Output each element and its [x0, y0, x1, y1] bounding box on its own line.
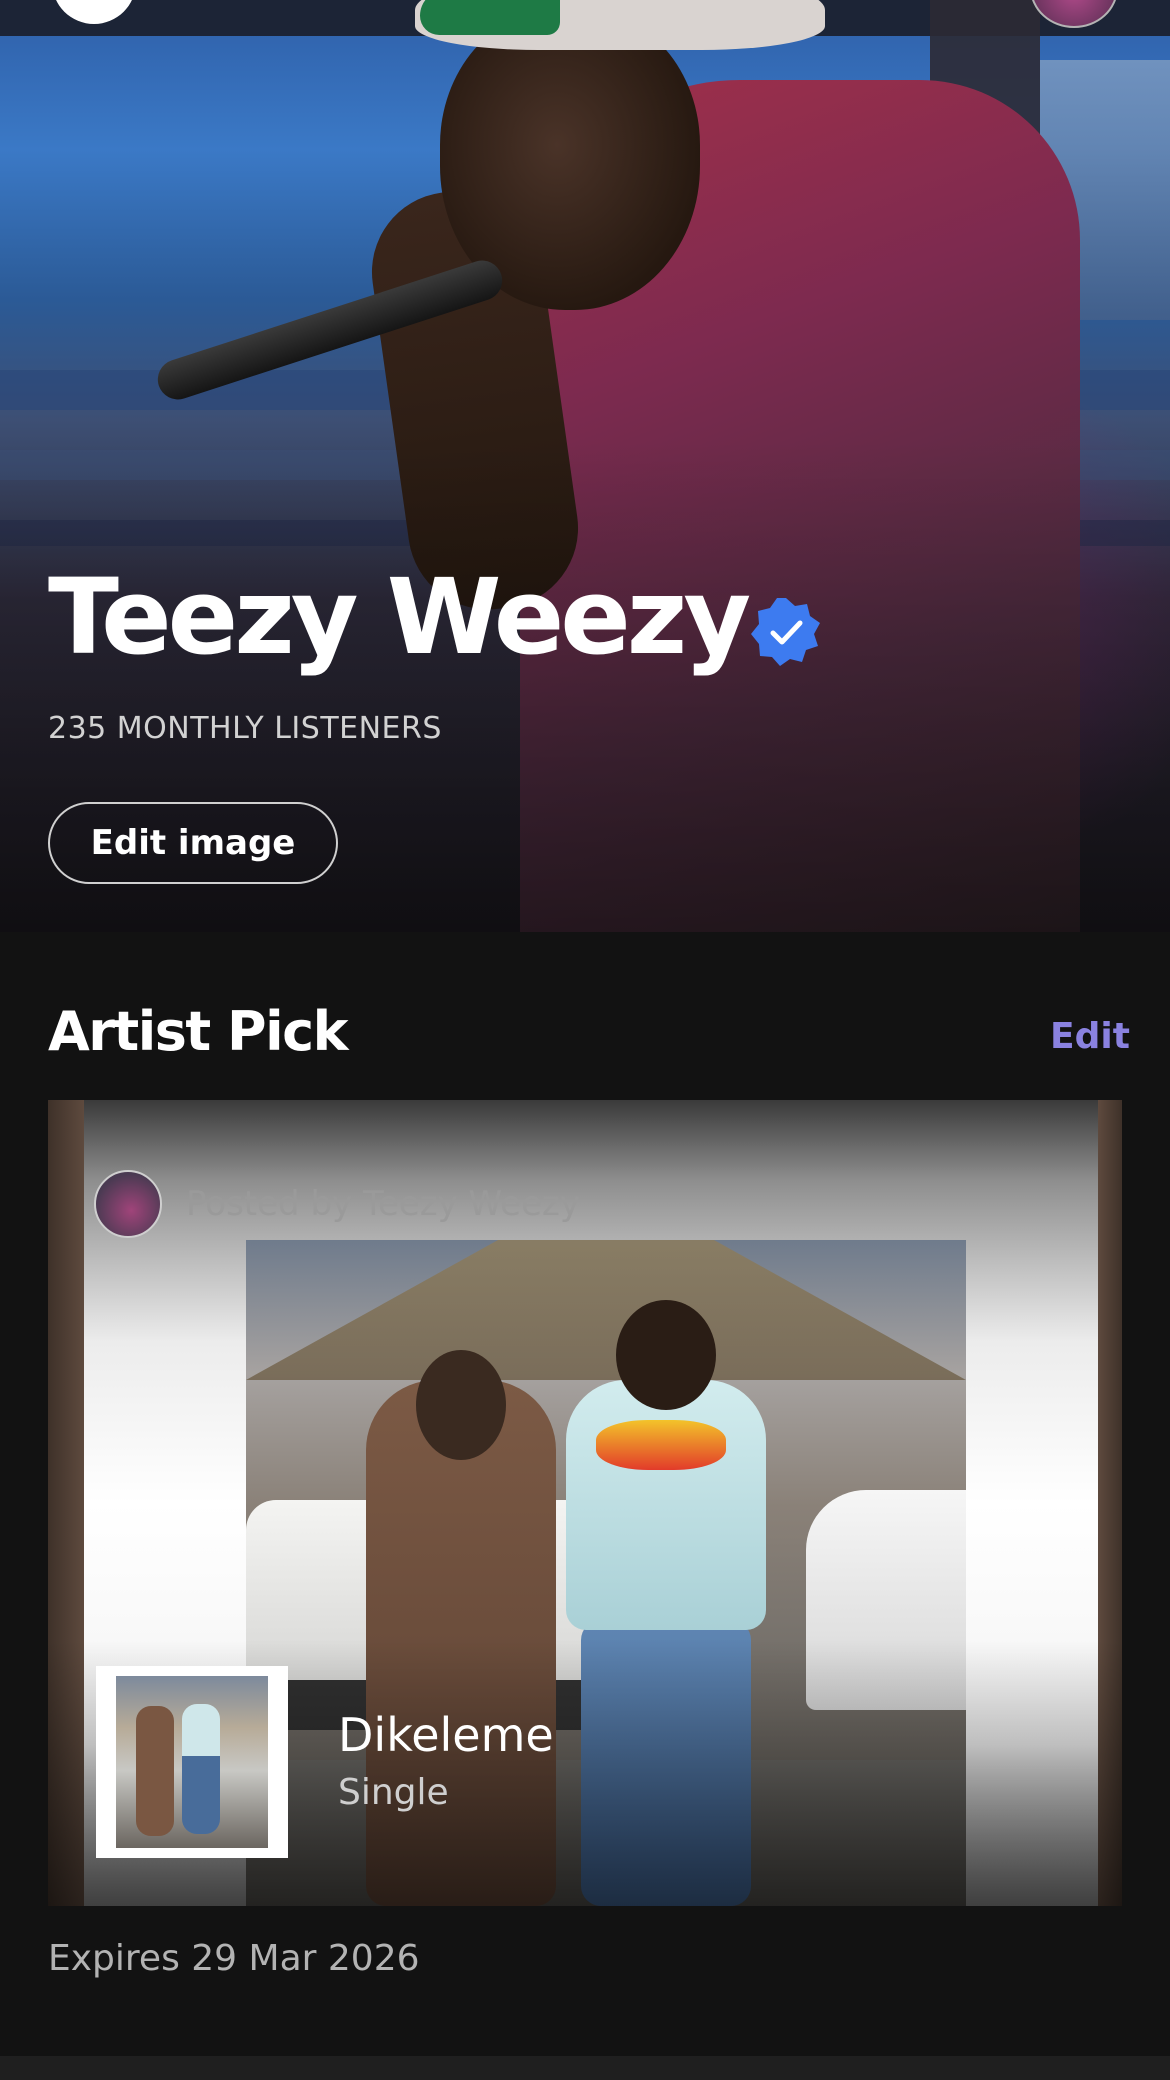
artist-header-image [0, 0, 1170, 932]
edit-artist-pick-button[interactable]: Edit [1050, 1016, 1130, 1057]
posted-by-avatar [94, 1170, 162, 1238]
artist-pick-title: Artist Pick [48, 1000, 349, 1063]
artist-name: Teezy Weezy [48, 556, 751, 678]
release-cover-image [116, 1676, 268, 1848]
bottom-divider [0, 2056, 1170, 2080]
artist-pick-card[interactable]: Posted by Teezy Weezy Dikeleme Single [48, 1100, 1122, 1906]
release-title: Dikeleme [338, 1708, 554, 1762]
release-cover-art [96, 1666, 288, 1858]
photo-person-head [416, 1350, 506, 1460]
edit-image-button[interactable]: Edit image [48, 802, 338, 884]
performer-hat-band [420, 0, 560, 35]
photo-person-head [616, 1300, 716, 1410]
posted-by-label: Posted by Teezy Weezy [186, 1184, 580, 1224]
monthly-listeners: 235 MONTHLY LISTENERS [48, 711, 442, 746]
cover-person [136, 1706, 174, 1836]
photo-roof [246, 1240, 966, 1380]
cover-person [182, 1704, 220, 1834]
verified-badge-icon [750, 596, 822, 668]
release-type: Single [338, 1772, 449, 1813]
expiry-date: Expires 29 Mar 2026 [48, 1938, 420, 1979]
photo-person [566, 1380, 766, 1630]
photo-shirt-logo [596, 1420, 726, 1470]
